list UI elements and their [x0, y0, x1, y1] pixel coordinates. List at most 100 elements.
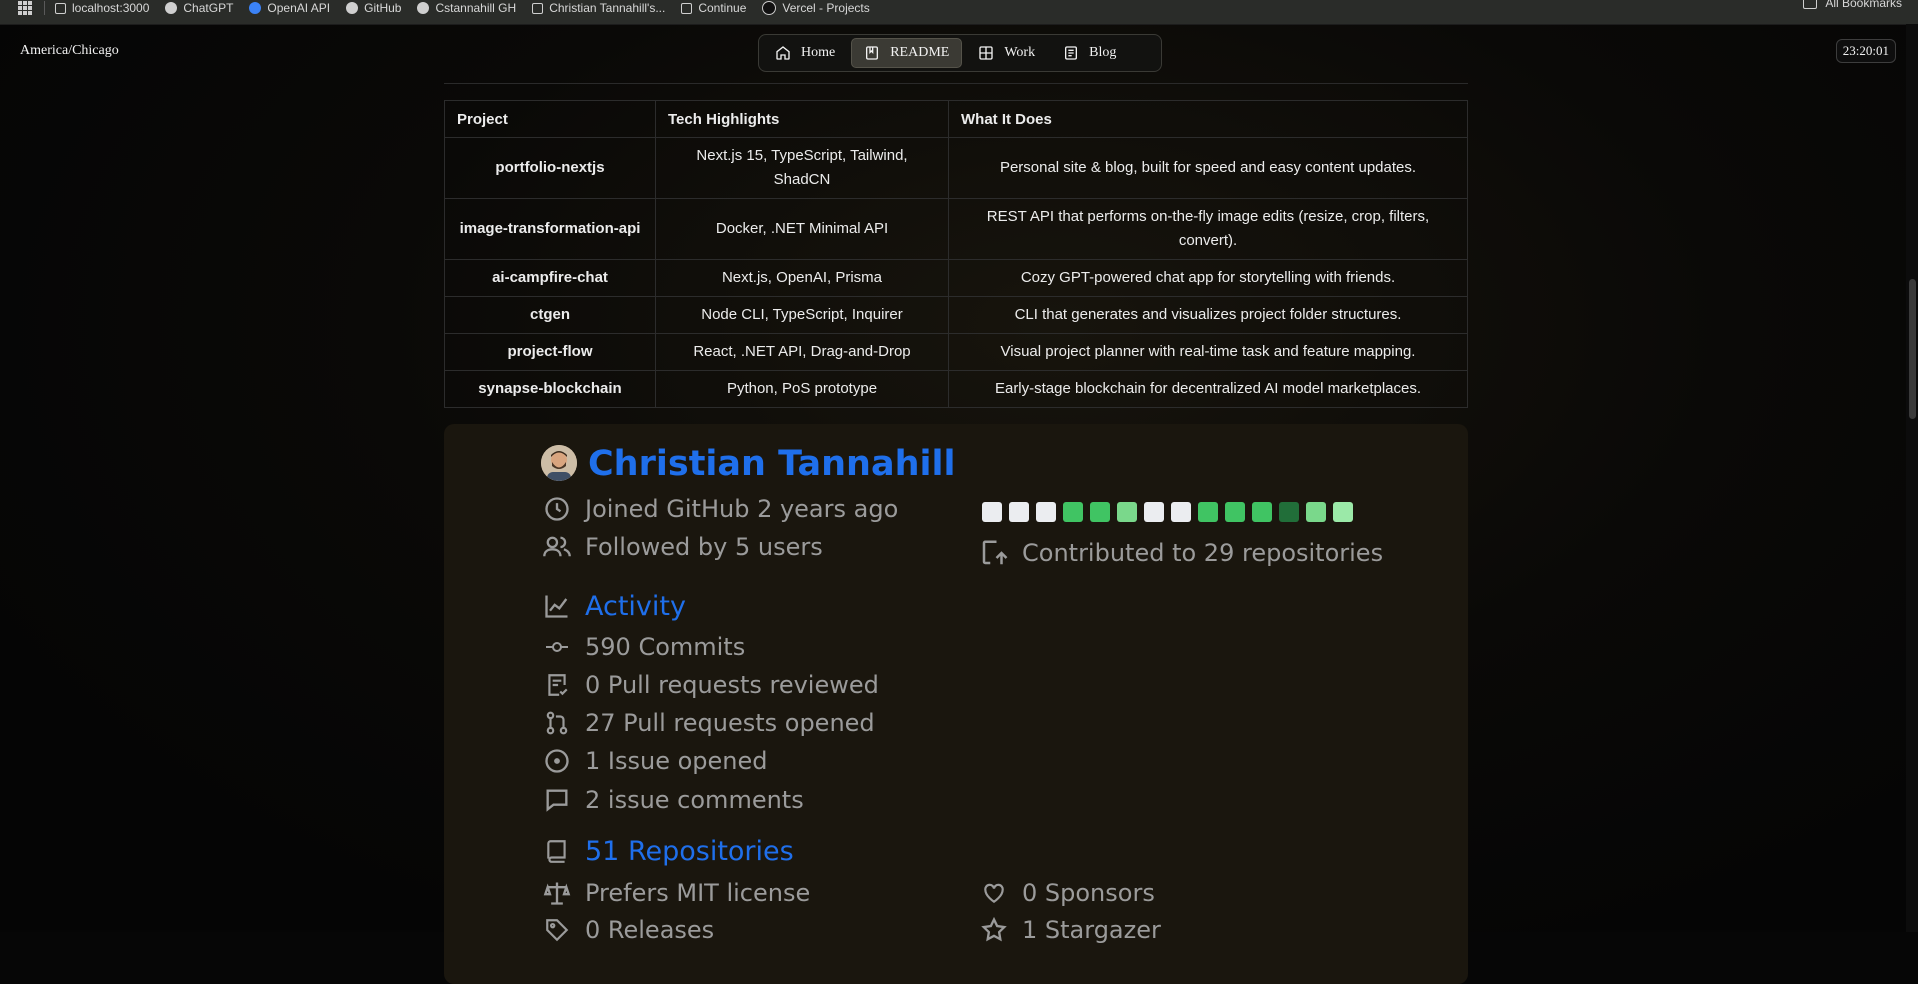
project-description: Visual project planner with real-time ta…: [948, 333, 1468, 371]
column-header: What It Does: [948, 100, 1468, 138]
projects-table: Project Tech Highlights What It Does por…: [444, 100, 1468, 408]
star-icon: [978, 914, 1010, 946]
avatar[interactable]: [541, 445, 577, 481]
clock-display: 23:20:01: [1835, 39, 1896, 63]
contribution-day: [1036, 502, 1056, 522]
bookmark-continue[interactable]: Continue: [681, 1, 746, 15]
scrollbar-thumb[interactable]: [1909, 279, 1916, 419]
apps-grid-icon[interactable]: [18, 1, 32, 15]
bookmark-label: Vercel - Projects: [782, 1, 870, 15]
pull-request-icon: [541, 707, 573, 739]
contribution-day: [1252, 502, 1272, 522]
table-row: ctgen Node CLI, TypeScript, Inquirer CLI…: [444, 296, 1468, 334]
all-bookmarks-label: All Bookmarks: [1825, 0, 1902, 10]
table-row: project-flow React, .NET API, Drag-and-D…: [444, 333, 1468, 371]
bookmark-label: Cstannahill GH: [435, 1, 517, 15]
project-name: project-flow: [444, 333, 656, 371]
contribution-day: [1144, 502, 1164, 522]
repo-push-icon: [978, 537, 1010, 569]
contribution-day: [1171, 502, 1191, 522]
contribution-day: [1198, 502, 1218, 522]
bookmark-cstannahill-gh[interactable]: Cstannahill GH: [417, 1, 516, 15]
openai-icon: [249, 2, 262, 14]
tag-icon: [541, 914, 573, 946]
repositories-heading[interactable]: 51 Repositories: [541, 835, 794, 867]
bookmark-label: GitHub: [364, 1, 402, 15]
home-icon: [776, 46, 790, 60]
activity-heading[interactable]: Activity: [541, 590, 686, 622]
table-row: synapse-blockchain Python, PoS prototype…: [444, 370, 1468, 408]
book-icon: [866, 46, 879, 60]
table-row: ai-campfire-chat Next.js, OpenAI, Prisma…: [444, 259, 1468, 297]
bookmark-label: OpenAI API: [267, 1, 331, 15]
bookmark-github[interactable]: GitHub: [346, 1, 401, 15]
bookmarks-bar: localhost:3000 ChatGPT OpenAI API GitHub…: [0, 0, 1918, 25]
folder-icon: [1803, 0, 1818, 9]
followed-text: Followed by 5 users: [585, 533, 823, 561]
sponsors-text: 0 Sponsors: [1022, 879, 1155, 907]
table-row: image-transformation-api Docker, .NET Mi…: [444, 198, 1468, 260]
project-description: CLI that generates and visualizes projec…: [948, 296, 1468, 334]
followed-row: Followed by 5 users: [541, 531, 823, 563]
contribution-day: [1063, 502, 1083, 522]
prs-reviewed-row: 0 Pull requests reviewed: [541, 669, 879, 701]
issue-icon: [541, 745, 573, 777]
heart-icon: [978, 877, 1010, 909]
repo-icon: [541, 835, 573, 867]
nav-work[interactable]: Work: [966, 39, 1047, 67]
bookmark-openai-api[interactable]: OpenAI API: [249, 1, 330, 15]
clock-icon: [541, 493, 573, 525]
contribution-day: [982, 502, 1002, 522]
commits-row: 590 Commits: [541, 631, 745, 663]
page-scrollbar[interactable]: [1906, 24, 1918, 932]
nav-label: README: [890, 45, 950, 60]
bookmark-label: Continue: [698, 1, 747, 15]
scale-icon: [541, 877, 573, 909]
project-description: Cozy GPT-powered chat app for storytelli…: [948, 259, 1468, 297]
github-icon: [417, 2, 430, 14]
activity-title: Activity: [585, 590, 686, 622]
commits-text: 590 Commits: [585, 633, 746, 661]
project-description: Personal site & blog, built for speed an…: [948, 137, 1468, 199]
license-row: Prefers MIT license: [541, 877, 810, 909]
section-divider: [444, 83, 1468, 84]
grid-icon: [979, 46, 994, 60]
project-name: ctgen: [444, 296, 656, 334]
table-row: portfolio-nextjs Next.js 15, TypeScript,…: [444, 137, 1468, 199]
project-name: synapse-blockchain: [444, 370, 656, 408]
tech-highlights: Next.js, OpenAI, Prisma: [655, 259, 949, 297]
project-description: REST API that performs on-the-fly image …: [948, 198, 1468, 260]
nav-readme[interactable]: README: [851, 38, 963, 68]
joined-row: Joined GitHub 2 years ago: [541, 493, 898, 525]
contributed-row: Contributed to 29 repositories: [978, 537, 1383, 569]
project-name: ai-campfire-chat: [444, 259, 656, 297]
table-header-row: Project Tech Highlights What It Does: [444, 100, 1468, 138]
bookmark-chatgpt[interactable]: ChatGPT: [165, 1, 233, 15]
bookmark-label: Christian Tannahill's...: [549, 1, 666, 15]
issue-comments-row: 2 issue comments: [541, 784, 804, 816]
tech-highlights: React, .NET API, Drag-and-Drop: [655, 333, 949, 371]
bookmark-localhost[interactable]: localhost:3000: [55, 1, 149, 15]
contribution-day: [1279, 502, 1299, 522]
prs-reviewed-text: 0 Pull requests reviewed: [585, 671, 879, 699]
project-name: portfolio-nextjs: [444, 137, 656, 199]
prs-opened-text: 27 Pull requests opened: [585, 709, 875, 737]
profile-name[interactable]: Christian Tannahill: [588, 444, 955, 484]
timezone-label: America/Chicago: [20, 43, 119, 58]
contribution-graph: [982, 502, 1353, 522]
contribution-day: [1225, 502, 1245, 522]
bookmark-label: localhost:3000: [72, 1, 150, 15]
releases-row: 0 Releases: [541, 914, 714, 946]
bookmark-christian-tannahill[interactable]: Christian Tannahill's...: [532, 1, 665, 15]
project-description: Early-stage blockchain for decentralized…: [948, 370, 1468, 408]
column-header: Project: [444, 100, 656, 138]
contribution-day: [1009, 502, 1029, 522]
license-text: Prefers MIT license: [585, 879, 811, 907]
all-bookmarks-button[interactable]: All Bookmarks: [1803, 0, 1902, 10]
nav-home[interactable]: Home: [763, 39, 847, 67]
nav-blog[interactable]: Blog: [1051, 39, 1128, 67]
nav-label: Home: [801, 45, 836, 60]
nav-label: Blog: [1089, 45, 1117, 60]
users-icon: [541, 531, 573, 563]
bookmark-vercel[interactable]: Vercel - Projects: [762, 1, 870, 15]
